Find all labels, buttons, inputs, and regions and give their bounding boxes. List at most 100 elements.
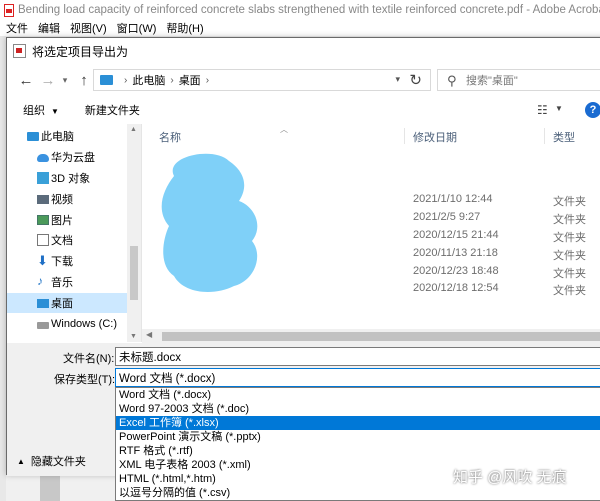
address-bar[interactable]: › 此电脑 › 桌面 › ▾ ↻ bbox=[93, 69, 431, 91]
filetype-select[interactable]: Word 文档 (*.docx) bbox=[115, 368, 600, 387]
nav-item-downloads[interactable]: ⬇ 下载 bbox=[7, 251, 127, 271]
new-folder-button[interactable]: 新建文件夹 bbox=[85, 102, 140, 118]
nav-item-videos[interactable]: 视频 bbox=[7, 189, 127, 209]
address-dropdown-icon[interactable]: ▾ bbox=[395, 74, 400, 85]
nav-item-3d-objects[interactable]: 3D 对象 bbox=[7, 168, 127, 188]
chevron-down-icon[interactable]: ▼ bbox=[555, 104, 563, 113]
computer-icon bbox=[100, 75, 113, 85]
pdf-icon bbox=[4, 3, 14, 17]
menu-view[interactable]: 视图(V) bbox=[70, 20, 107, 36]
search-input[interactable]: ⚲ 搜索"桌面" bbox=[437, 69, 600, 91]
column-divider[interactable] bbox=[544, 128, 545, 144]
view-options-icon[interactable]: ☷ bbox=[537, 103, 548, 117]
help-icon[interactable]: ? bbox=[585, 102, 600, 118]
dialog-title: 将选定项目导出为 bbox=[32, 44, 129, 59]
hide-folders-label: 隐藏文件夹 bbox=[30, 456, 86, 468]
file-type: 文件夹 bbox=[553, 285, 586, 297]
horizontal-scrollbar[interactable]: ◀ bbox=[142, 329, 600, 343]
nav-label: 华为云盘 bbox=[51, 152, 95, 164]
column-header-modified[interactable]: 修改日期 bbox=[413, 129, 457, 145]
breadcrumb-chevron-icon[interactable]: › bbox=[170, 75, 173, 86]
nav-item-pictures[interactable]: 图片 bbox=[7, 210, 127, 230]
nav-item-huawei-cloud[interactable]: 华为云盘 bbox=[7, 147, 127, 167]
back-arrow-icon[interactable]: ← bbox=[15, 69, 37, 91]
dialog-title-bar: 将选定项目导出为 bbox=[7, 38, 600, 64]
nav-label: 视频 bbox=[51, 194, 73, 206]
filetype-option-csv[interactable]: 以逗号分隔的值 (*.csv) bbox=[116, 486, 600, 500]
cloud-icon bbox=[37, 154, 49, 162]
column-header-type[interactable]: 类型 bbox=[553, 129, 575, 145]
filetype-label: 保存类型(T): bbox=[54, 374, 116, 386]
document-icon bbox=[37, 234, 49, 246]
navigation-scrollbar[interactable]: ▲ ▼ bbox=[127, 124, 141, 342]
scrollbar-thumb[interactable] bbox=[130, 246, 138, 300]
nav-label: Windows (C:) bbox=[51, 318, 118, 330]
nav-label: 音乐 bbox=[51, 277, 73, 289]
menu-edit[interactable]: 编辑 bbox=[38, 20, 60, 36]
filetype-option-pptx[interactable]: PowerPoint 演示文稿 (*.pptx) bbox=[116, 430, 600, 444]
hide-folders-toggle[interactable]: ▲ 隐藏文件夹 bbox=[17, 453, 86, 469]
navigation-bar: ← → ▾ ↑ › 此电脑 › 桌面 › ▾ ↻ ⚲ 搜索"桌面" bbox=[7, 64, 600, 96]
computer-icon bbox=[27, 132, 39, 141]
pdf-icon bbox=[13, 44, 26, 58]
organize-label: 组织 bbox=[23, 105, 45, 117]
scroll-left-icon[interactable]: ◀ bbox=[146, 330, 152, 339]
filetype-option-docx[interactable]: Word 文档 (*.docx) bbox=[116, 388, 600, 402]
app-title: Bending load capacity of reinforced conc… bbox=[18, 4, 600, 16]
breadcrumb-chevron-icon[interactable]: › bbox=[124, 75, 127, 86]
menu-file[interactable]: 文件 bbox=[6, 20, 28, 36]
refresh-icon[interactable]: ↻ bbox=[409, 71, 422, 89]
filetype-option-xlsx[interactable]: Excel 工作簿 (*.xlsx) bbox=[116, 416, 600, 430]
file-modified: 2020/11/13 21:18 bbox=[413, 247, 498, 259]
command-bar: 组织 ▼ 新建文件夹 ☷ ▼ ? bbox=[7, 98, 600, 122]
app-menu-bar: 文件 编辑 视图(V) 窗口(W) 帮助(H) bbox=[0, 20, 600, 36]
scrollbar-thumb[interactable] bbox=[162, 332, 600, 341]
redaction-scribble bbox=[161, 153, 258, 292]
file-type: 文件夹 bbox=[553, 250, 586, 262]
watermark: 知乎 @风吹 无痕 bbox=[453, 469, 567, 486]
organize-button[interactable]: 组织 ▼ bbox=[23, 102, 59, 118]
menu-help[interactable]: 帮助(H) bbox=[166, 20, 203, 36]
nav-label: 桌面 bbox=[51, 298, 73, 310]
picture-icon bbox=[37, 215, 49, 225]
column-header-name[interactable]: 名称 bbox=[159, 129, 181, 145]
file-modified: 2021/2/5 9:27 bbox=[413, 211, 481, 223]
up-arrow-icon[interactable]: ↑ bbox=[73, 69, 95, 91]
file-modified: 2020/12/15 21:44 bbox=[413, 229, 499, 241]
file-list: ︿ 名称 修改日期 类型 2021/1/10 12:44 文件夹 2021/2/5… bbox=[142, 124, 600, 329]
download-icon: ⬇ bbox=[37, 253, 48, 268]
breadcrumb-chevron-icon[interactable]: › bbox=[206, 75, 209, 86]
sort-indicator-icon: ︿ bbox=[280, 125, 288, 134]
cube-icon bbox=[37, 172, 49, 184]
chevron-down-icon: ▼ bbox=[51, 107, 59, 116]
video-icon bbox=[37, 195, 49, 204]
menu-window[interactable]: 窗口(W) bbox=[117, 20, 157, 36]
forward-arrow-icon[interactable]: → bbox=[37, 69, 59, 91]
file-type: 文件夹 bbox=[553, 214, 586, 226]
nav-item-desktop[interactable]: 桌面 bbox=[7, 293, 127, 313]
search-placeholder: 搜索"桌面" bbox=[466, 75, 518, 87]
nav-item-windows-c[interactable]: Windows (C:) bbox=[7, 314, 127, 334]
nav-item-this-pc[interactable]: 此电脑 bbox=[7, 126, 127, 146]
column-divider[interactable] bbox=[404, 128, 405, 144]
desktop-icon bbox=[37, 299, 49, 308]
nav-item-documents[interactable]: 文档 bbox=[7, 230, 127, 250]
filetype-option-rtf[interactable]: RTF 格式 (*.rtf) bbox=[116, 444, 600, 458]
recent-locations-chevron-icon[interactable]: ▾ bbox=[59, 69, 71, 91]
filename-input[interactable]: 未标题.docx bbox=[115, 347, 600, 366]
scroll-up-icon[interactable]: ▲ bbox=[130, 126, 137, 133]
breadcrumb-desktop[interactable]: 桌面 bbox=[179, 72, 201, 88]
app-title-bar: Bending load capacity of reinforced conc… bbox=[0, 0, 600, 20]
nav-item-music[interactable]: ♪ 音乐 bbox=[7, 272, 127, 292]
breadcrumb-this-pc[interactable]: 此电脑 bbox=[132, 72, 165, 88]
music-icon: ♪ bbox=[37, 274, 43, 288]
nav-label: 文档 bbox=[51, 235, 73, 247]
file-modified: 2021/1/10 12:44 bbox=[413, 193, 493, 205]
file-type: 文件夹 bbox=[553, 196, 586, 208]
scroll-down-icon[interactable]: ▼ bbox=[130, 333, 137, 340]
export-dialog: 将选定项目导出为 ← → ▾ ↑ › 此电脑 › 桌面 › ▾ ↻ ⚲ 搜索"桌… bbox=[6, 37, 600, 501]
file-modified: 2020/12/18 12:54 bbox=[413, 282, 499, 294]
chevron-up-icon: ▲ bbox=[17, 456, 25, 466]
filetype-option-doc[interactable]: Word 97-2003 文档 (*.doc) bbox=[116, 402, 600, 416]
nav-label: 图片 bbox=[51, 215, 73, 227]
